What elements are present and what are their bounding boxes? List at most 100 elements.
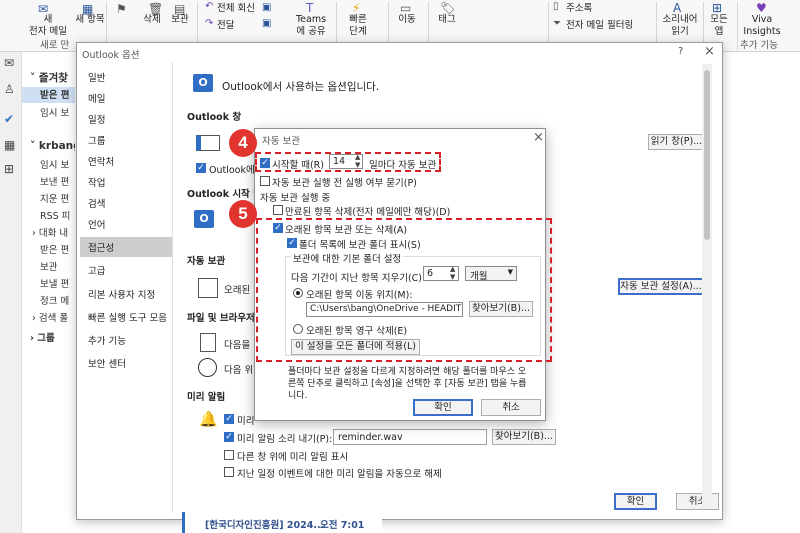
prompt-label: 자동 보관 실행 전 실행 여부 묻기(P) <box>272 178 417 189</box>
app-bar: ✉ ♙ ✔ ▦ ⊞ <box>0 52 22 533</box>
delete-expired-checkbox[interactable] <box>273 205 283 215</box>
quick-steps-button[interactable]: 빠른 단계 <box>340 14 376 38</box>
nav-calendar[interactable]: 일정 <box>88 112 105 126</box>
nav-accessibility[interactable]: 접근성 <box>88 240 114 254</box>
options-ok-button[interactable]: 확인 <box>614 493 657 510</box>
reminder-browse-button[interactable]: 찾아보기(B)... <box>492 429 556 445</box>
show-reminders-checkbox[interactable]: ✓ <box>224 414 234 424</box>
folder-inbox[interactable]: 받은 편 <box>22 87 82 103</box>
options-cancel-button[interactable]: 취소 <box>676 493 719 510</box>
reading-pane-button[interactable]: 읽기 창(P)... <box>648 134 705 150</box>
files-desc: 다음을 <box>224 340 251 351</box>
calendar-icon[interactable]: ▦ <box>4 138 18 152</box>
archive-button[interactable]: 보관 <box>168 14 192 26</box>
pane-checkbox[interactable]: ✓ <box>196 163 206 173</box>
account-header[interactable]: ˅ krbang <box>30 140 81 152</box>
nav-tasks[interactable]: 작업 <box>88 175 105 189</box>
autoarchive-settings-button[interactable]: 자동 보관 설정(A)... <box>618 278 704 295</box>
more-respond-icon: ▣ <box>262 18 272 29</box>
nav-groups[interactable]: 그룹 <box>88 133 105 147</box>
apps-icon[interactable]: ⊞ <box>4 162 18 176</box>
reminders-on-top-checkbox[interactable] <box>224 450 234 460</box>
dismiss-past-label: 지난 일정 이벤트에 대한 미리 알림을 자동으로 해제 <box>237 469 442 480</box>
groups-header[interactable]: › 그룹 <box>30 330 55 344</box>
folder-item[interactable]: 받은 편 <box>40 242 69 256</box>
folder-item[interactable]: › 대화 내 <box>32 225 68 239</box>
viva-insights-button[interactable]: Viva Insights <box>740 14 784 38</box>
folder-item[interactable]: 지운 편 <box>40 191 69 205</box>
folder-item[interactable]: 보관 <box>40 259 57 273</box>
nav-quick-access[interactable]: 빠른 실행 도구 모음 <box>88 310 167 324</box>
address-book-button[interactable]: 주소록 <box>566 3 592 15</box>
nav-advanced[interactable]: 고급 <box>88 263 105 277</box>
section-outlook-panes: Outlook 창 <box>187 112 242 123</box>
filter-email-button[interactable]: 전자 메일 필터링 <box>566 20 633 32</box>
people-icon[interactable]: ♙ <box>4 82 18 96</box>
autoarchive-cancel-button[interactable]: 취소 <box>481 399 541 416</box>
reminder-sound-file[interactable]: reminder.wav <box>333 429 487 445</box>
options-scroll-thumb[interactable] <box>704 70 710 240</box>
teams-share-button[interactable]: Teams 에 공유 <box>293 14 329 38</box>
mail-icon[interactable]: ✉ <box>4 56 18 70</box>
during-label: 자동 보관 실행 중 <box>260 193 331 204</box>
todo-icon[interactable]: ✔ <box>4 112 18 126</box>
nav-search[interactable]: 검색 <box>88 196 105 210</box>
new-items-button[interactable]: 새 항목 <box>70 14 110 26</box>
forward-icon: ↷ <box>205 18 214 29</box>
section-files-browsers: 파일 및 브라우저 <box>187 313 255 324</box>
help-button[interactable]: ? <box>678 46 683 57</box>
folder-item[interactable]: 보낸 편 <box>40 174 69 188</box>
close-icon[interactable]: × <box>704 44 715 59</box>
section-reminders: 미리 알림 <box>187 392 226 403</box>
dismiss-past-checkbox[interactable] <box>224 467 234 477</box>
options-header: Outlook에서 사용하는 옵션입니다. <box>222 81 380 93</box>
nav-customize-ribbon[interactable]: 리본 사용자 지정 <box>88 287 155 301</box>
folder-item[interactable]: › 검색 폴 <box>32 310 68 324</box>
nav-language[interactable]: 언어 <box>88 217 105 231</box>
background-mail-item[interactable]: [한국디자인진흥원] 2024... 오전 7:01 <box>182 512 382 533</box>
favorites-header[interactable]: ˅ 즐겨찾 <box>30 70 68 85</box>
outlook-logo-icon: O <box>193 74 213 92</box>
nav-trust-center[interactable]: 보안 센터 <box>88 356 126 370</box>
viva-icon: ♥ <box>756 1 767 15</box>
all-apps-button[interactable]: 모든 앱 <box>705 14 733 38</box>
reminder-sound-label: 미리 알림 소리 내기(P): <box>237 434 333 445</box>
prompt-checkbox[interactable] <box>260 176 270 186</box>
reply-all-icon: ↶ <box>205 1 214 12</box>
highlight-step4 <box>255 152 441 172</box>
reply-all-button[interactable]: 전체 회신 <box>217 3 255 15</box>
autoarchive-close-icon[interactable]: × <box>533 130 544 145</box>
folder-item[interactable]: RSS 피 <box>40 208 70 222</box>
step-badge-5: 5 <box>229 200 257 228</box>
folder-item[interactable]: 정크 메 <box>40 293 69 307</box>
pane-checkbox-label: Outlook에 <box>209 165 255 176</box>
reminder-sound-checkbox[interactable]: ✓ <box>224 432 234 442</box>
folder-pane: ˅ 즐겨찾 받은 편 임시 보 ˅ krbang 임시 보 보낸 편 지운 편 … <box>22 52 82 533</box>
highlight-step5 <box>256 218 552 362</box>
autoarchive-desc: 오래된 <box>224 285 251 296</box>
new-mail-button[interactable]: 새 전자 메일 <box>28 14 68 38</box>
browser-desc: 다음 위 <box>224 365 254 376</box>
bell-icon: 🔔 <box>199 410 218 428</box>
delete-button[interactable]: 삭제 <box>140 14 164 26</box>
move-button[interactable]: 이동 <box>392 14 422 26</box>
autoarchive-title: 자동 보관 <box>262 136 300 147</box>
bg-mail-from: [한국디자인진흥원] 2024... <box>205 520 325 531</box>
nav-general[interactable]: 일반 <box>88 70 105 84</box>
folder-item[interactable]: 보낼 편 <box>40 276 69 290</box>
read-aloud-button[interactable]: 소리내어 읽기 <box>660 14 700 38</box>
nav-people[interactable]: 연락처 <box>88 154 114 168</box>
autoarchive-ok-button[interactable]: 확인 <box>413 399 473 416</box>
nav-mail[interactable]: 메일 <box>88 91 105 105</box>
group-label-addins: 추가 기능 <box>740 40 778 51</box>
forward-button[interactable]: 전달 <box>217 20 234 32</box>
folder-drafts-fav[interactable]: 임시 보 <box>40 105 69 119</box>
nav-addins[interactable]: 추가 기능 <box>88 333 126 347</box>
folder-item[interactable]: 임시 보 <box>40 157 69 171</box>
tags-button[interactable]: 태그 <box>432 14 462 26</box>
teams-icon: T <box>306 1 314 15</box>
tag-icon: 🏷 <box>440 1 456 15</box>
meeting-icon: ▣ <box>262 2 272 13</box>
delete-expired-label: 만료된 항목 삭제(전자 메일에만 해당)(D) <box>285 207 451 218</box>
section-autoarchive: 자동 보관 <box>187 256 226 267</box>
